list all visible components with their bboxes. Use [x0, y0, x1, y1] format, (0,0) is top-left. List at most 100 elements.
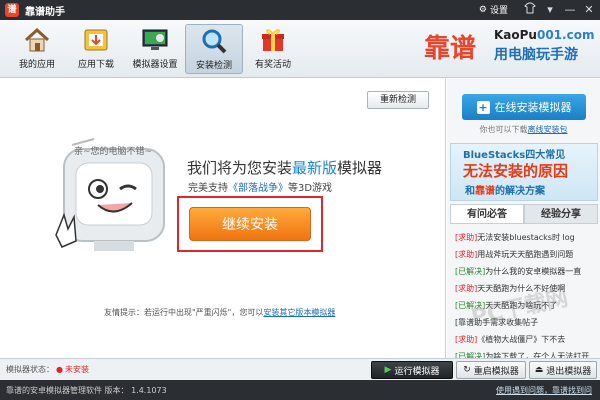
- list-item[interactable]: [求助]《植物大战僵尸》下不去: [455, 331, 595, 348]
- brand-slogan: 用电脑玩手游: [494, 47, 578, 63]
- offline-hint: 你也可以下载离线安装包: [447, 124, 600, 135]
- friendly-tip: 友情提示：若运行中出现"严重闪烁"，您可以安装其它版本模拟器: [104, 307, 335, 318]
- restart-emulator-button[interactable]: ↻ 重启模拟器: [456, 361, 526, 379]
- menu-button[interactable]: ▾: [542, 2, 558, 18]
- news-text: 天天酷跑为什么不好使啊: [477, 284, 566, 293]
- bluestacks-banner[interactable]: BlueStacks四大常见 无法安装的原因 和靠谱的解决方案: [450, 143, 598, 201]
- list-item[interactable]: [靠谱助手需求收集帖子: [455, 314, 595, 331]
- support-game-link[interactable]: 《部落战争》: [228, 183, 288, 194]
- news-tag: [求助]: [455, 284, 478, 293]
- continue-install-button[interactable]: 继续安装: [189, 207, 311, 241]
- brand-logo: 靠谱 KaoPu001.com 用电脑玩手游: [424, 24, 594, 70]
- footer-bar: 靠谱的安卓模拟器管理软件 版本： 1.4.1073 使用遇到问题，靠谱找到问: [0, 380, 600, 400]
- tab-experience[interactable]: 经验分享: [524, 204, 598, 223]
- brand-url-prefix: KaoPu: [494, 28, 537, 42]
- gift-icon: [258, 25, 288, 55]
- main-toolbar: 我的应用 应用下载 模拟器设置 安装检测 有奖活动 靠谱 KaoPu001.co…: [0, 20, 600, 78]
- menu-icon: ▾: [547, 3, 553, 16]
- magnifier-icon: [199, 26, 229, 56]
- shirt-icon: [524, 2, 536, 14]
- restart-icon: ↻: [463, 365, 471, 375]
- status-bar: 模拟器状态： ● 未安装 ▶ 运行模拟器 ↻ 重启模拟器 ⏏ 退出模拟器: [0, 358, 600, 380]
- tool-label: 我的应用: [18, 60, 55, 70]
- tool-emulator-settings[interactable]: 模拟器设置: [126, 24, 184, 74]
- brand-logo-text: 靠谱: [424, 34, 477, 64]
- help-link[interactable]: 使用遇到问题，靠谱找到问: [496, 385, 592, 396]
- tool-reward-events[interactable]: 有奖活动: [244, 24, 302, 74]
- minimize-icon: —: [564, 3, 576, 16]
- support-suffix: 等3D游戏: [288, 183, 333, 194]
- news-text: 为什么我的安卓模拟器一直: [485, 267, 582, 276]
- emulator-status: ● 未安装: [56, 364, 89, 375]
- exit-emulator-label: 退出模拟器: [546, 366, 592, 377]
- minimize-button[interactable]: —: [562, 2, 578, 18]
- news-tag: [求助]: [455, 335, 478, 344]
- close-button[interactable]: ✕: [581, 2, 597, 18]
- online-install-button[interactable]: + 在线安装模拟器: [462, 94, 586, 120]
- close-icon: ✕: [584, 3, 594, 16]
- banner-line3-suffix: 的解决方案: [495, 186, 545, 197]
- house-icon: [22, 25, 52, 55]
- recheck-button[interactable]: 重新检测: [367, 91, 429, 109]
- settings-label: 设置: [489, 6, 508, 16]
- hint-prefix: 你也可以下载: [479, 125, 528, 134]
- banner-line1: BlueStacks四大常见: [463, 150, 566, 161]
- news-text: [靠谱助手需求收集帖子: [455, 318, 539, 327]
- sidebar-tabs: 有问必答 经验分享: [450, 204, 598, 224]
- headline-suffix: 模拟器: [337, 159, 383, 177]
- banner-line2: 无法安装的原因: [463, 162, 569, 180]
- list-item[interactable]: [求助]无法安装bluestacks时 log: [455, 229, 595, 246]
- tab-qa[interactable]: 有问必答: [450, 204, 524, 223]
- news-tag: [求助]: [455, 233, 478, 242]
- run-emulator-label: 运行模拟器: [394, 366, 440, 377]
- news-text: 无法安装bluestacks时 log: [477, 233, 575, 242]
- window-title: 靠谱助手: [25, 6, 65, 18]
- skin-button[interactable]: [522, 2, 538, 18]
- news-list: [求助]无法安装bluestacks时 log [求助]用战斧玩天天酷跑遇到问题…: [455, 229, 595, 365]
- install-highlight-frame: 继续安装: [177, 196, 323, 252]
- exit-icon: ⏏: [534, 365, 544, 375]
- offline-package-link[interactable]: 离线安装包: [528, 125, 568, 134]
- support-text: 完美支持《部落战争》等3D游戏: [188, 179, 332, 194]
- tool-label: 有奖活动: [254, 60, 291, 70]
- run-emulator-button[interactable]: ▶ 运行模拟器: [371, 361, 453, 379]
- support-prefix: 完美支持: [188, 183, 228, 194]
- sidebar: + 在线安装模拟器 你也可以下载离线安装包 BlueStacks四大常见 无法安…: [447, 79, 600, 361]
- news-tag: [求助]: [455, 250, 478, 259]
- brand-url-suffix: 001.com: [536, 28, 595, 42]
- tool-install-check[interactable]: 安装检测: [185, 24, 243, 74]
- headline-prefix: 我们将为您安装: [187, 159, 293, 177]
- play-icon: ▶: [384, 365, 392, 375]
- list-item[interactable]: [已解决]天天酷跑为啥玩不了: [455, 297, 595, 314]
- brand-url: KaoPu001.com: [494, 28, 594, 42]
- banner-line3-highlight: 靠谱: [475, 186, 495, 197]
- app-logo-icon: 谱: [5, 3, 19, 17]
- emulator-status-label: 模拟器状态：: [6, 365, 54, 374]
- title-bar: 谱 靠谱助手 ⚙ 设置 ▾ — ✕: [0, 0, 600, 20]
- exit-emulator-button[interactable]: ⏏ 退出模拟器: [529, 361, 597, 379]
- online-install-label: 在线安装模拟器: [494, 101, 572, 114]
- tool-label: 安装检测: [195, 61, 232, 71]
- restart-emulator-label: 重启模拟器: [473, 366, 519, 377]
- list-item[interactable]: [已解决]为什么我的安卓模拟器一直: [455, 263, 595, 280]
- plus-icon: +: [476, 100, 490, 114]
- list-item[interactable]: [求助]用战斧玩天天酷跑遇到问题: [455, 246, 595, 263]
- news-text: 天天酷跑为啥玩不了: [485, 301, 558, 310]
- tool-label: 应用下载: [77, 60, 114, 70]
- other-version-link[interactable]: 安装其它版本模拟器: [263, 308, 335, 317]
- banner-line3-prefix: 和: [465, 186, 475, 197]
- tool-my-apps[interactable]: 我的应用: [8, 24, 66, 74]
- emulator-status-value: 未安装: [64, 365, 89, 374]
- settings-button[interactable]: ⚙ 设置: [479, 3, 508, 17]
- banner-line3: 和靠谱的解决方案: [465, 182, 545, 197]
- warning-icon: ●: [56, 365, 63, 374]
- tip-prefix: 友情提示：若运行中出现"严重闪烁"，您可以: [104, 308, 264, 317]
- news-text: 《植物大战僵尸》下不去: [477, 335, 566, 344]
- list-item[interactable]: [求助]天天酷跑为什么不好使啊: [455, 280, 595, 297]
- news-text: 用战斧玩天天酷跑遇到问题: [477, 250, 574, 259]
- tool-app-download[interactable]: 应用下载: [67, 24, 125, 74]
- news-tag: [已解决]: [455, 301, 486, 310]
- mascot-bubble: 亲~您的电脑不错~: [74, 147, 153, 157]
- install-headline: 我们将为您安装最新版模拟器: [187, 157, 382, 178]
- install-check-panel: 重新检测 亲~您的电脑不错~ 我们将为您安装最新版模拟器 完美支持《部落战争》等…: [0, 79, 446, 358]
